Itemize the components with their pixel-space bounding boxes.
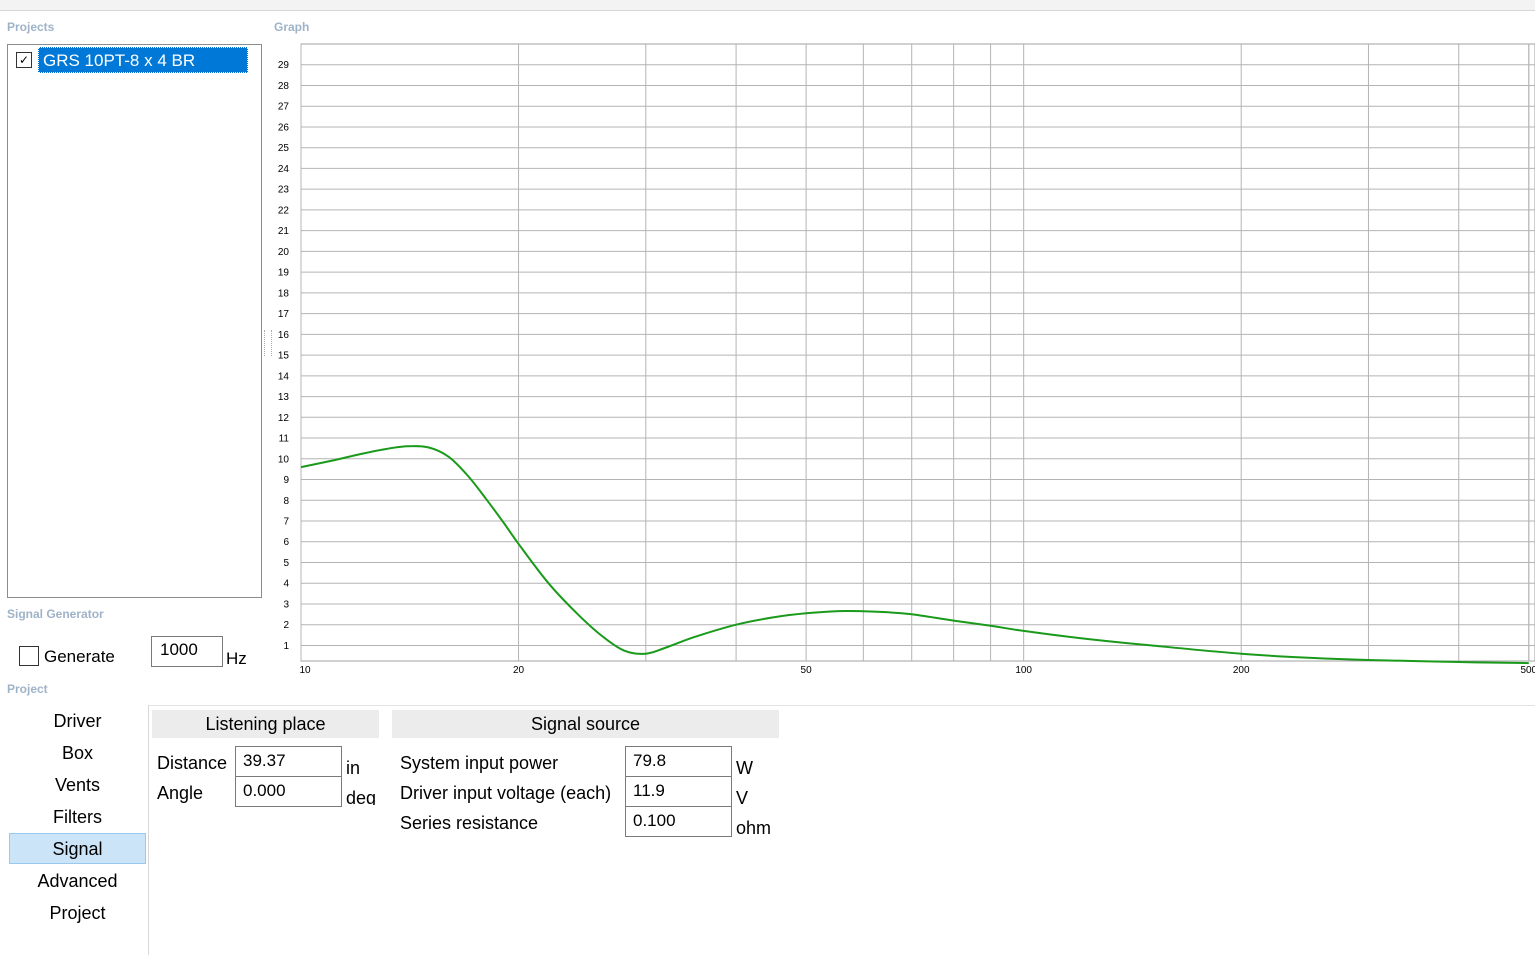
y-tick-label: 15	[278, 351, 290, 362]
angle-unit: deg	[346, 788, 377, 805]
power-input[interactable]: 79.8	[625, 746, 732, 777]
y-tick-label: 14	[278, 371, 290, 382]
y-tick-label: 17	[278, 309, 290, 320]
distance-label: Distance	[157, 753, 228, 773]
y-tick-label: 12	[278, 413, 290, 424]
distance-unit: in	[346, 758, 361, 778]
nav-item-driver[interactable]: Driver	[9, 706, 146, 737]
voltage-unit: V	[736, 788, 749, 808]
voltage-input[interactable]: 11.9	[625, 776, 732, 807]
x-tick-label: 100	[1015, 665, 1032, 676]
y-tick-label: 4	[283, 579, 289, 590]
x-tick-label: 10	[299, 665, 311, 676]
y-tick-label: 6	[283, 537, 289, 548]
resistance-label: Series resistance	[400, 813, 539, 833]
x-tick-label: 20	[513, 665, 525, 676]
signal-source-header: Signal source	[392, 710, 779, 738]
y-tick-label: 26	[278, 122, 290, 133]
project-nav: Driver Box Vents Filters Signal Advanced…	[0, 705, 149, 955]
nav-item-project[interactable]: Project	[9, 898, 146, 929]
y-tick-label: 10	[278, 454, 290, 465]
y-tick-label: 16	[278, 330, 290, 341]
nav-item-advanced[interactable]: Advanced	[9, 866, 146, 897]
nav-item-filters[interactable]: Filters	[9, 802, 146, 833]
voltage-label: Driver input voltage (each)	[400, 783, 612, 803]
x-tick-label: 500	[1520, 665, 1535, 676]
distance-input[interactable]: 39.37	[235, 746, 342, 777]
y-tick-label: 11	[279, 434, 290, 445]
y-tick-label: 5	[283, 558, 289, 569]
power-unit: W	[736, 758, 753, 778]
y-tick-label: 3	[283, 599, 289, 610]
y-tick-label: 27	[278, 102, 290, 113]
y-tick-label: 9	[283, 475, 289, 486]
y-tick-label: 25	[278, 143, 290, 154]
nav-item-vents[interactable]: Vents	[9, 770, 146, 801]
y-tick-label: 29	[278, 60, 290, 71]
y-tick-label: 7	[283, 517, 289, 528]
nav-item-signal[interactable]: Signal	[9, 833, 146, 864]
y-tick-label: 2	[283, 620, 289, 631]
resistance-unit: ohm	[736, 818, 772, 838]
y-tick-label: 22	[278, 205, 290, 216]
y-tick-label: 19	[278, 268, 290, 279]
x-tick-label: 50	[801, 665, 813, 676]
y-tick-label: 21	[278, 226, 290, 237]
divider	[148, 705, 1535, 706]
y-tick-label: 18	[278, 288, 290, 299]
listening-place-header: Listening place	[152, 710, 379, 738]
x-tick-label: 200	[1233, 665, 1250, 676]
y-tick-label: 1	[283, 641, 289, 652]
angle-input[interactable]: 0.000	[235, 776, 342, 807]
y-tick-label: 20	[278, 247, 290, 258]
y-tick-label: 13	[278, 392, 290, 403]
nav-item-box[interactable]: Box	[9, 738, 146, 769]
y-tick-label: 24	[278, 164, 290, 175]
plot-area	[300, 43, 1535, 662]
power-label: System input power	[400, 753, 559, 773]
angle-label: Angle	[157, 783, 204, 803]
y-tick-label: 23	[278, 185, 290, 196]
resistance-input[interactable]: 0.100	[625, 806, 732, 837]
y-tick-label: 8	[283, 496, 289, 507]
y-tick-label: 28	[278, 81, 290, 92]
response-graph: 1234567891011121314151617181920212223242…	[278, 43, 1535, 676]
